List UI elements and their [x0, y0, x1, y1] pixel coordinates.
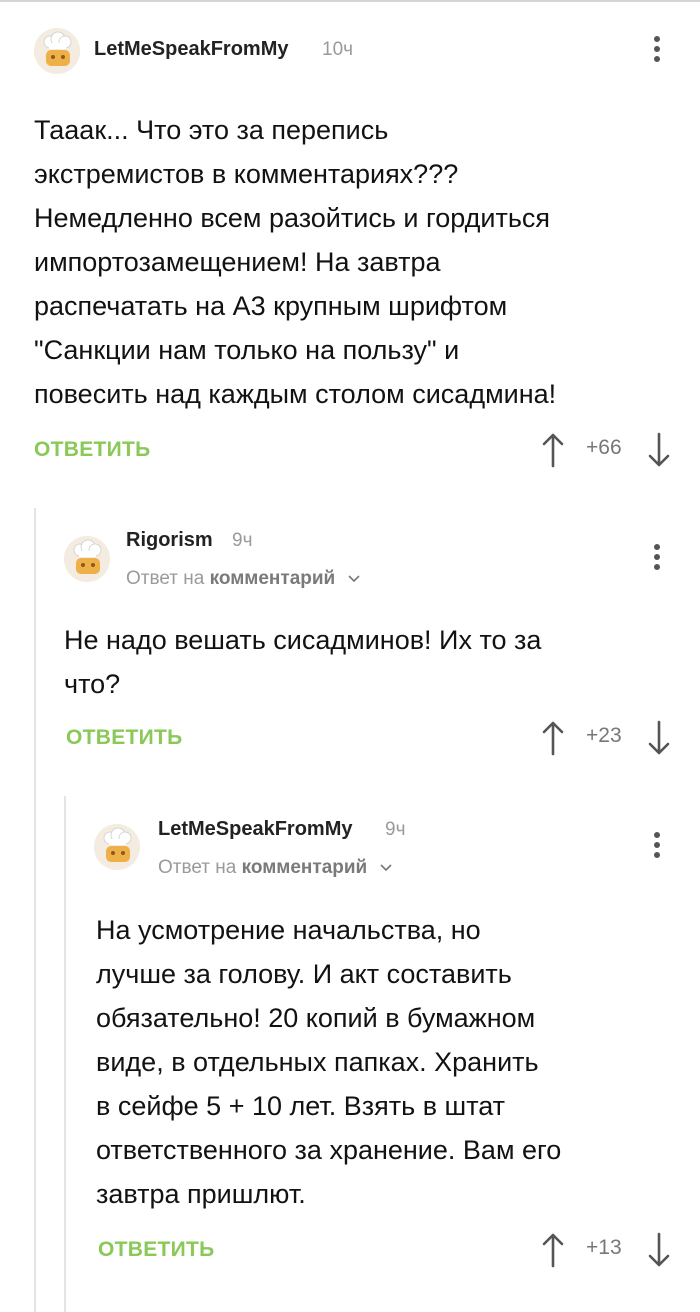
reply-to-link[interactable]: Ответ на комментарий	[158, 857, 393, 879]
vote-score: +66	[586, 436, 622, 459]
comment-text: На усмотрение начальства, но лучше за го…	[96, 915, 562, 1209]
thread-line-level-1	[34, 508, 36, 1312]
avatar[interactable]	[34, 28, 80, 74]
comment-timestamp: 10ч	[322, 39, 354, 60]
comment-text: Тааак... Что это за перепись экстремисто…	[34, 115, 557, 409]
top-divider	[0, 0, 700, 2]
kebab-menu-icon[interactable]	[652, 36, 662, 66]
chevron-down-icon[interactable]	[347, 574, 361, 584]
kebab-menu-icon[interactable]	[652, 832, 662, 862]
arrow-down-icon[interactable]	[646, 1232, 672, 1268]
reply-button[interactable]: ОТВЕТИТЬ	[98, 1238, 215, 1262]
arrow-up-icon[interactable]	[540, 720, 566, 756]
comment-author[interactable]: LetMeSpeakFromMy	[158, 818, 353, 841]
chef-hat-avatar-icon	[34, 28, 80, 74]
arrow-down-icon[interactable]	[646, 432, 672, 468]
comment-timestamp: 9ч	[385, 819, 406, 840]
chef-hat-avatar-icon	[94, 824, 140, 870]
reply-to-link[interactable]: Ответ на комментарий	[126, 568, 361, 590]
reply-to-prefix: Ответ на	[158, 857, 237, 878]
comment-timestamp: 9ч	[232, 530, 253, 551]
avatar[interactable]	[64, 536, 110, 582]
comment-text: Не надо вешать сисадминов! Их то за что?	[64, 625, 542, 699]
reply-to-target[interactable]: комментарий	[210, 568, 336, 589]
vote-control: +66	[540, 432, 670, 468]
vote-control: +23	[540, 720, 670, 756]
reply-button[interactable]: ОТВЕТИТЬ	[66, 726, 183, 750]
avatar[interactable]	[94, 824, 140, 870]
reply-to-prefix: Ответ на	[126, 568, 205, 589]
thread-line-level-2	[64, 796, 66, 1312]
comment-author[interactable]: LetMeSpeakFromMy	[94, 38, 289, 61]
arrow-down-icon[interactable]	[646, 720, 672, 756]
vote-score: +13	[586, 1236, 622, 1259]
arrow-up-icon[interactable]	[540, 1232, 566, 1268]
chevron-down-icon[interactable]	[379, 863, 393, 873]
vote-control: +13	[540, 1232, 670, 1268]
arrow-up-icon[interactable]	[540, 432, 566, 468]
reply-button[interactable]: ОТВЕТИТЬ	[34, 438, 151, 462]
comment-author[interactable]: Rigorism	[126, 529, 213, 552]
vote-score: +23	[586, 724, 622, 747]
kebab-menu-icon[interactable]	[652, 544, 662, 574]
reply-to-target[interactable]: комментарий	[242, 857, 368, 878]
chef-hat-avatar-icon	[64, 536, 110, 582]
